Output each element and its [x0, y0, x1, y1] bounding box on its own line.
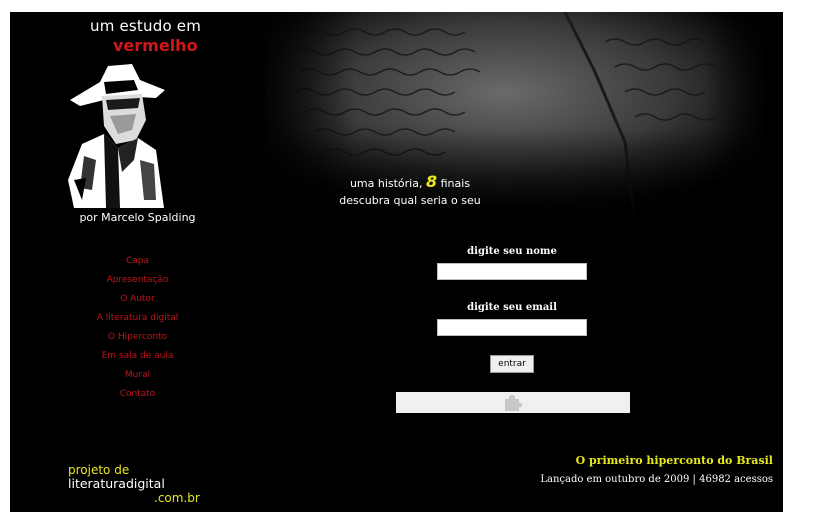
- footer-headline: O primeiro hiperconto do Brasil: [575, 454, 773, 467]
- nav-item-o-autor[interactable]: O Autor: [10, 290, 265, 309]
- plugin-placeholder[interactable]: [396, 392, 630, 413]
- main-nav: Capa Apresentação O Autor A literatura d…: [10, 252, 265, 404]
- tagline-number: 8: [425, 172, 438, 191]
- submit-button[interactable]: entrar: [490, 355, 534, 373]
- project-logo-line1: projeto de: [68, 463, 130, 477]
- sidebar: um estudo em vermelho por Marcelo Spaldi…: [10, 12, 265, 512]
- book-pages-image: [265, 12, 765, 224]
- project-logo[interactable]: projeto de literaturadigital .com.br: [68, 463, 200, 505]
- name-label: digite seu nome: [467, 246, 557, 257]
- puzzle-piece-icon: [505, 395, 522, 411]
- name-field[interactable]: [437, 263, 587, 280]
- site-title-line2: vermelho: [113, 36, 198, 55]
- nav-item-contato[interactable]: Contato: [10, 385, 265, 404]
- hero-image: [265, 12, 765, 224]
- project-logo-line2: literaturadigital: [68, 476, 165, 491]
- tagline-prefix: uma história,: [349, 177, 423, 190]
- nav-item-apresentacao[interactable]: Apresentação: [10, 271, 265, 290]
- nav-item-mural[interactable]: Mural: [10, 366, 265, 385]
- email-field[interactable]: [437, 319, 587, 336]
- tagline-line1: uma história, 8 finais: [265, 172, 555, 191]
- site-title-line1: um estudo em: [90, 17, 202, 35]
- detective-illustration: [68, 64, 165, 208]
- nav-item-hiperconto[interactable]: O Hiperconto: [10, 328, 265, 347]
- tagline-suffix: finais: [440, 177, 471, 190]
- nav-item-literatura-digital[interactable]: A literatura digital: [10, 309, 265, 328]
- project-logo-line3: .com.br: [154, 491, 200, 505]
- tagline-line2: descubra qual seria o seu: [339, 194, 481, 207]
- nav-item-sala-de-aula[interactable]: Em sala de aula: [10, 347, 265, 366]
- nav-item-capa[interactable]: Capa: [10, 252, 265, 271]
- email-label: digite seu email: [467, 302, 557, 313]
- footer-info: Lançado em outubro de 2009 | 46982 acess…: [540, 474, 773, 485]
- author-credit: por Marcelo Spalding: [79, 211, 196, 224]
- page-container: um estudo em vermelho por Marcelo Spaldi…: [10, 12, 783, 512]
